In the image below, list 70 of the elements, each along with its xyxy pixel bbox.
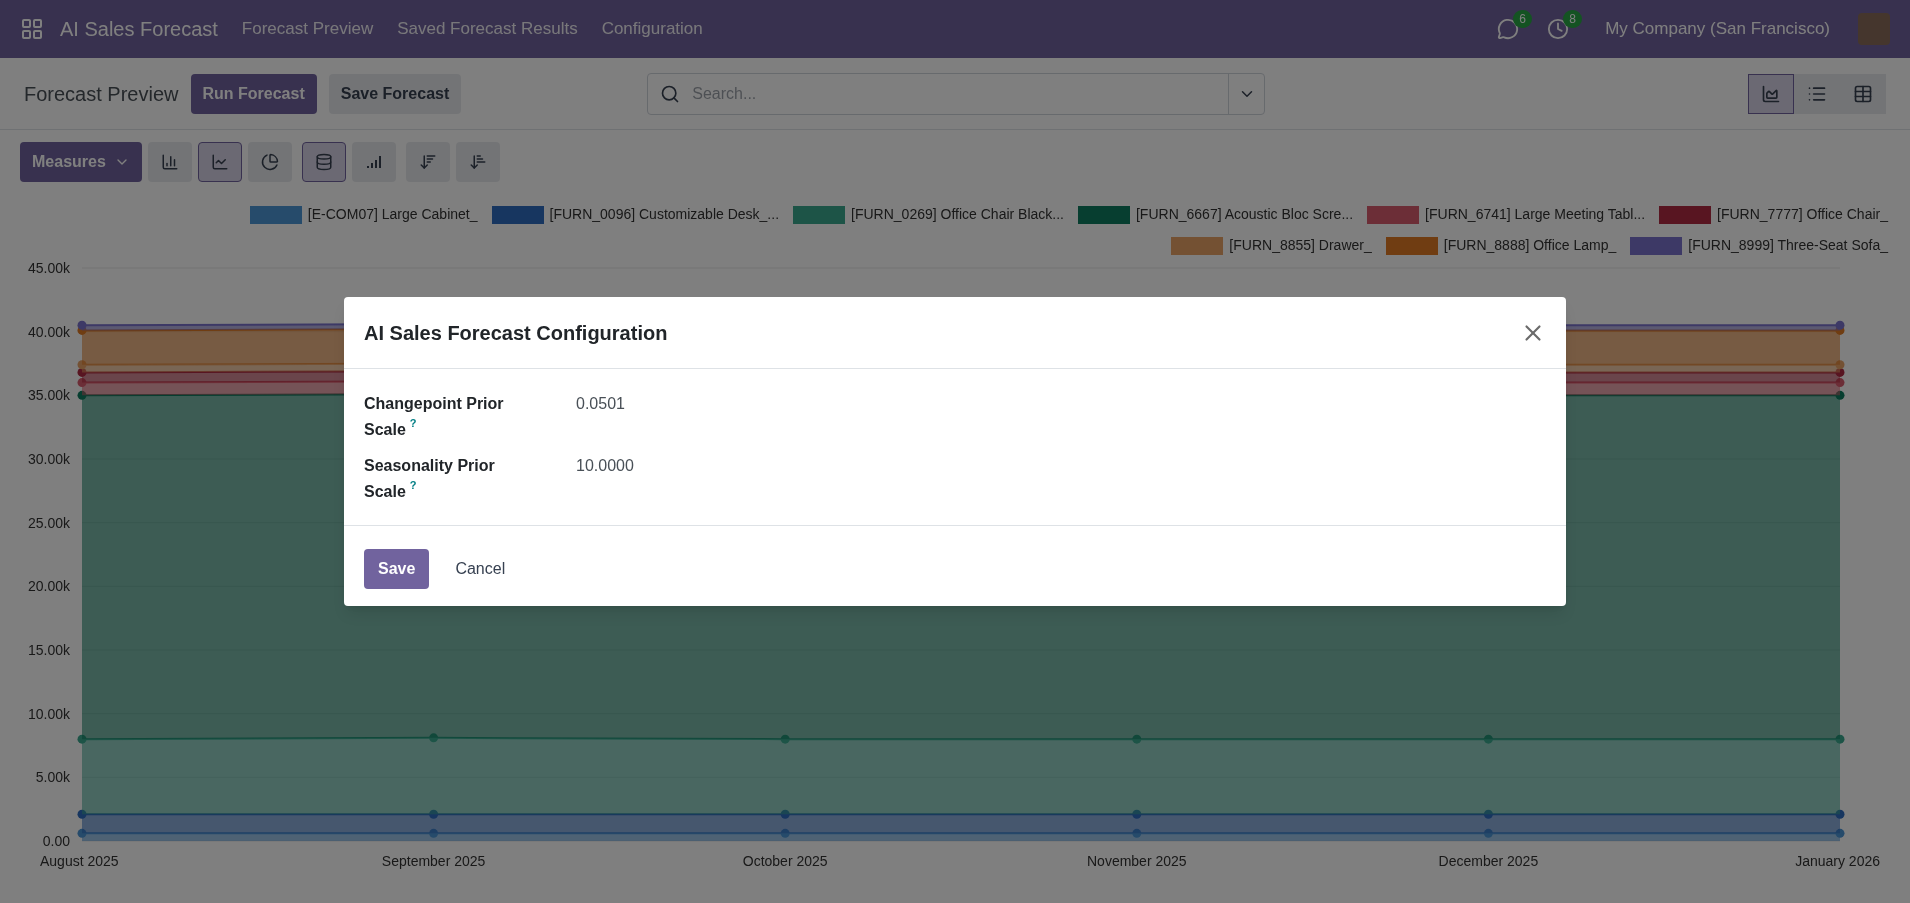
y-axis-label: 0.00: [42, 833, 70, 849]
y-axis-label: 5.00k: [35, 769, 70, 786]
measures-dropdown[interactable]: Measures: [20, 142, 142, 182]
graph-tool-button[interactable]: [147, 142, 192, 182]
table-icon: [1853, 83, 1873, 104]
y-axis-label: 30.00k: [27, 451, 70, 467]
field-label: Scale: [364, 482, 406, 502]
x-axis-label: December 2025: [1438, 853, 1539, 869]
x-axis-label: October 2025: [742, 853, 828, 869]
dialog-title: AI Sales Forecast Configuration: [364, 320, 668, 346]
app-title[interactable]: AI Sales Forecast: [60, 14, 218, 44]
sort-ascending-icon: [468, 153, 487, 171]
view-switch-button[interactable]: [1840, 73, 1886, 114]
graph-tool-button[interactable]: [197, 142, 242, 182]
nav-menu-item[interactable]: Configuration: [601, 16, 703, 42]
legend-label[interactable]: [FURN_8999] Three-Seat Sofa_: [1688, 235, 1888, 256]
action-button[interactable]: Save Forecast: [328, 73, 462, 114]
legend-label[interactable]: [FURN_7777] Office Chair_: [1717, 204, 1888, 225]
legend-label[interactable]: [FURN_6667] Acoustic Bloc Scre...: [1136, 204, 1354, 225]
field-label: Changepoint Prior: [364, 394, 505, 414]
nav-menu-item[interactable]: Forecast Preview: [241, 16, 374, 42]
clock-icon[interactable]: [1547, 18, 1570, 40]
help-tooltip[interactable]: ?: [409, 479, 417, 491]
legend-label[interactable]: [FURN_8855] Drawer_: [1229, 235, 1372, 256]
graph-tool-button[interactable]: [405, 142, 450, 182]
y-axis-label: 15.00k: [27, 642, 70, 658]
help-tooltip[interactable]: ?: [409, 417, 417, 429]
count-badge: 6: [1513, 10, 1532, 28]
company-switcher[interactable]: My Company (San Francisco): [1605, 16, 1830, 42]
view-switch-button[interactable]: [1794, 73, 1840, 114]
dialog-button[interactable]: Cancel: [441, 549, 520, 589]
stack-icon: [314, 153, 333, 171]
x-axis-label: August 2025: [40, 853, 119, 869]
x-axis-label: January 2026: [1795, 853, 1880, 869]
view-switch-button[interactable]: [1748, 73, 1794, 114]
graph-tool-button[interactable]: [351, 142, 396, 182]
area-chart-icon: [1761, 83, 1781, 104]
bar-chart-icon: [160, 153, 179, 171]
y-axis-label: 10.00k: [27, 705, 70, 722]
dialog-button[interactable]: Save: [364, 549, 430, 589]
line-chart-icon: [210, 153, 229, 171]
legend-label[interactable]: [FURN_6741] Large Meeting Tabl...: [1425, 204, 1646, 225]
count-badge: 8: [1563, 10, 1582, 28]
legend-label[interactable]: [FURN_8888] Office Lamp_: [1443, 235, 1617, 256]
y-axis-label: 45.00k: [27, 260, 70, 276]
field-value[interactable]: 10.0000: [576, 453, 634, 505]
field-value[interactable]: 0.0501: [576, 391, 625, 443]
y-axis-label: 35.00k: [27, 387, 70, 404]
graph-tool-button[interactable]: [301, 142, 346, 182]
x-axis-label: November 2025: [1087, 853, 1187, 869]
graph-tool-button[interactable]: [455, 142, 500, 182]
y-axis-label: 40.00k: [27, 323, 70, 340]
legend-label[interactable]: [FURN_0096] Customizable Desk_...: [549, 204, 780, 225]
signal-bars-icon: [366, 156, 381, 168]
apps-menu-icon[interactable]: [20, 17, 44, 41]
pie-chart-icon: [260, 153, 279, 171]
search-icon: [660, 83, 681, 104]
sort-descending-icon: [418, 153, 437, 171]
y-axis-label: 20.00k: [27, 578, 70, 595]
legend-label[interactable]: [E-COM07] Large Cabinet_: [307, 204, 478, 225]
breadcrumb: Forecast Preview: [24, 81, 179, 107]
chat-icon[interactable]: [1497, 18, 1520, 40]
field-label: Scale: [364, 420, 406, 440]
field-label: Seasonality Prior: [364, 456, 496, 476]
y-axis-label: 25.00k: [27, 514, 70, 531]
nav-menu-item[interactable]: Saved Forecast Results: [397, 16, 578, 42]
action-button[interactable]: Run Forecast: [190, 73, 317, 114]
x-axis-label: September 2025: [381, 853, 486, 869]
legend-label[interactable]: [FURN_0269] Office Chair Black...: [851, 204, 1064, 225]
graph-tool-button[interactable]: [247, 142, 292, 182]
